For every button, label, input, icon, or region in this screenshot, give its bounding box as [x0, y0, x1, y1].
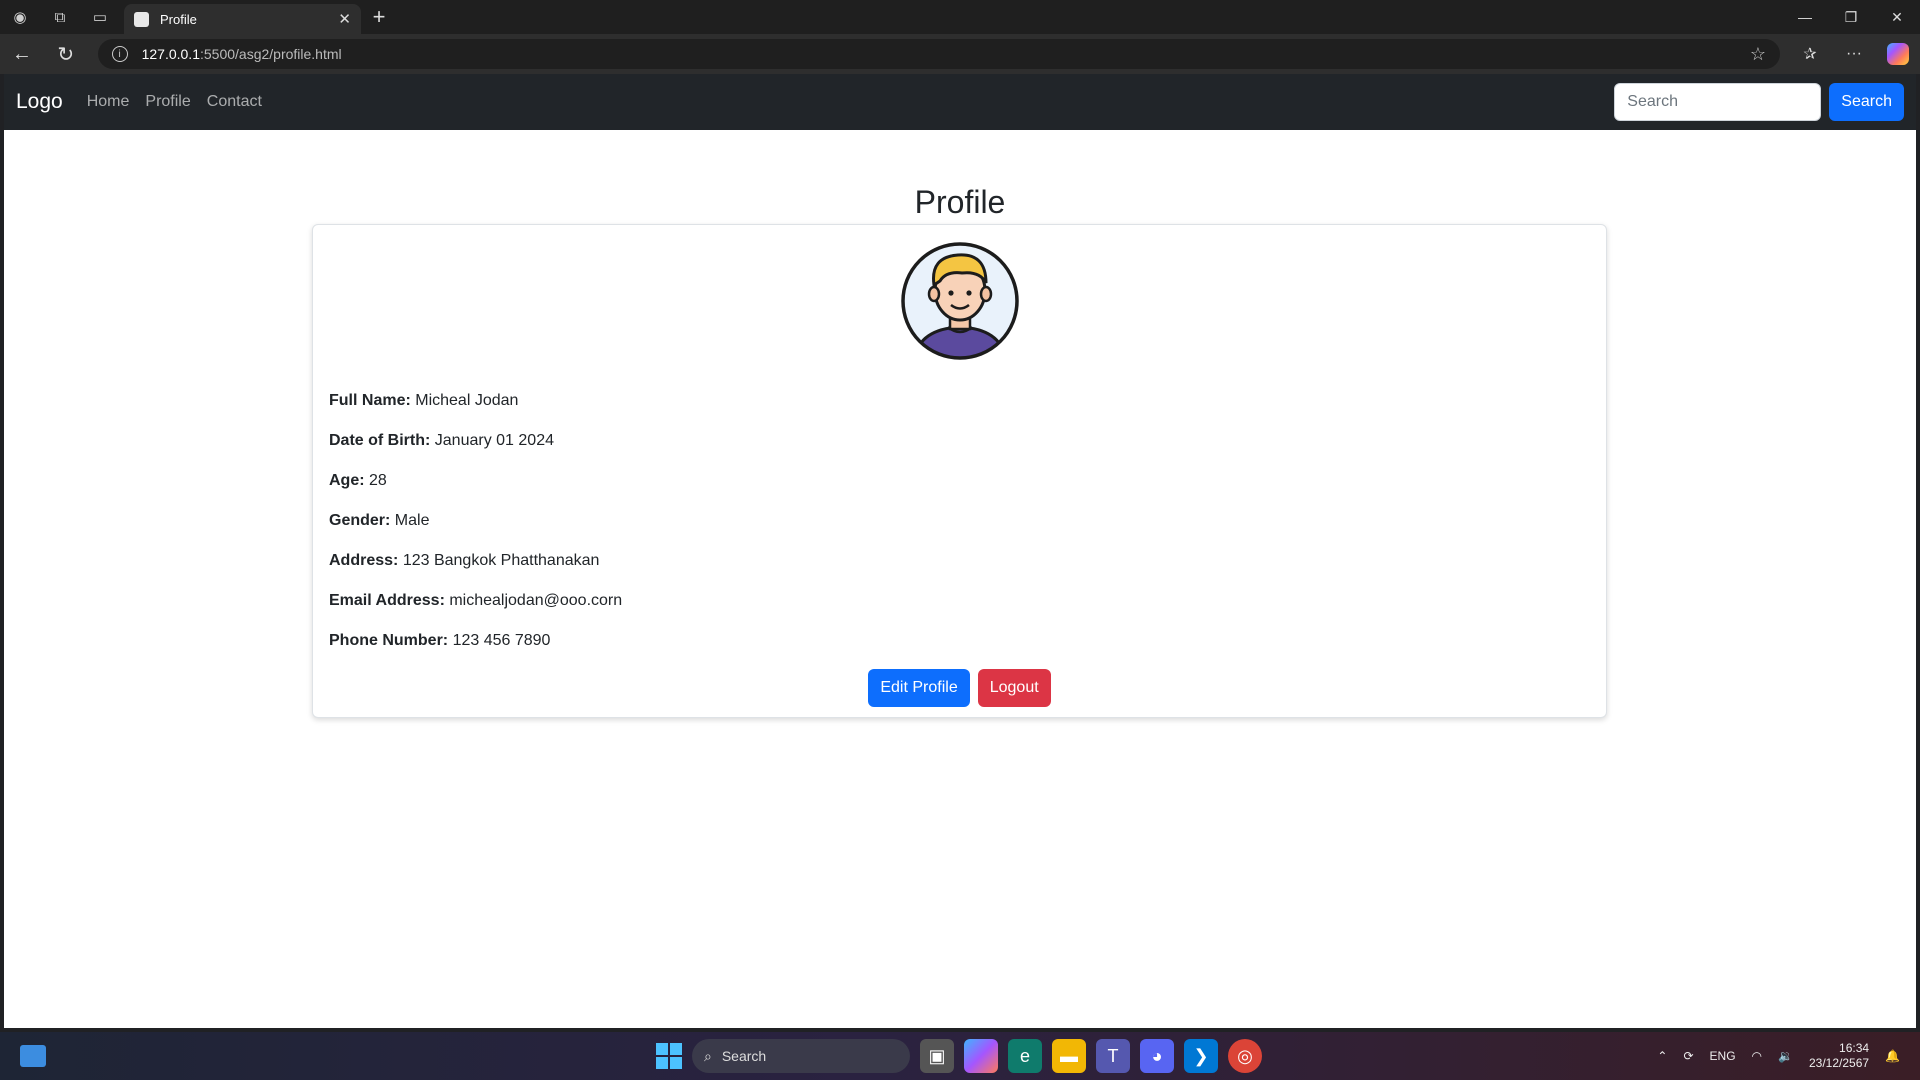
brand-logo[interactable]: Logo — [16, 90, 63, 114]
profile-avatar-icon[interactable]: ◉ — [0, 0, 40, 34]
file-explorer-icon[interactable]: ▬ — [1052, 1039, 1086, 1073]
restore-icon[interactable]: ❐ — [1828, 0, 1874, 34]
profile-actions: Edit Profile Logout — [329, 669, 1590, 707]
widgets-icon[interactable] — [20, 1045, 46, 1067]
tab-actions-icon[interactable]: ▭ — [80, 0, 120, 34]
search-icon: ⌕ — [704, 1047, 712, 1064]
browser-toolbar: ← ↻ i 127.0.0.1 :5500/asg2/profile.html … — [0, 34, 1920, 74]
search-button[interactable]: Search — [1829, 83, 1904, 121]
tab-title: Profile — [160, 11, 197, 27]
system-tray: ⌃ ⟳ ENG ◠ 🔉 16:34 23/12/2567 🔔 — [1657, 1041, 1900, 1071]
field-value: 28 — [369, 472, 387, 489]
clock[interactable]: 16:34 23/12/2567 — [1809, 1041, 1869, 1071]
profile-card: Full Name: Micheal Jodan Date of Birth: … — [312, 224, 1607, 718]
workspaces-icon[interactable]: ⧉ — [40, 0, 80, 34]
new-tab-icon[interactable]: + — [361, 0, 397, 34]
field-value: Male — [394, 512, 430, 529]
back-icon[interactable]: ← — [0, 34, 44, 74]
edit-profile-button[interactable]: Edit Profile — [868, 669, 970, 707]
copilot-icon — [1887, 43, 1909, 65]
favorites-icon[interactable]: ✰ — [1788, 34, 1832, 74]
url-host: 127.0.0.1 — [141, 46, 200, 62]
url-path: :5500/asg2/profile.html — [199, 46, 342, 62]
field-value: Micheal Jodan — [415, 392, 519, 409]
vscode-icon[interactable]: ❯ — [1184, 1039, 1218, 1073]
notification-bell-icon[interactable]: 🔔 — [1885, 1049, 1900, 1063]
address-bar[interactable]: i 127.0.0.1 :5500/asg2/profile.html ☆ — [97, 39, 1780, 69]
close-tab-icon[interactable]: ✕ — [338, 10, 351, 28]
navbar-search-form: Search — [1614, 83, 1904, 121]
field-value: michealjodan@ooo.corn — [449, 592, 623, 609]
nav-link-contact[interactable]: Contact — [207, 93, 262, 111]
top-navbar: Logo Home Profile Contact Search — [4, 74, 1916, 130]
chrome-icon[interactable]: ◎ — [1228, 1039, 1262, 1073]
clock-date: 23/12/2567 — [1808, 1056, 1870, 1070]
page-favicon-icon — [134, 11, 149, 27]
field-label: Date of Birth: — [329, 432, 431, 449]
taskbar-search[interactable]: ⌕ Search — [692, 1039, 910, 1073]
field-label: Full Name: — [329, 392, 411, 409]
site-info-icon[interactable]: i — [111, 46, 128, 62]
search-input[interactable] — [1614, 83, 1822, 121]
clock-time: 16:34 — [1839, 1041, 1870, 1055]
favorite-star-icon[interactable]: ☆ — [1750, 44, 1766, 65]
profile-fields: Full Name: Micheal Jodan Date of Birth: … — [329, 389, 1590, 653]
field-age: Age: 28 — [329, 469, 1590, 493]
teams-icon[interactable]: T — [1096, 1039, 1130, 1073]
window-controls: — ❐ ✕ — [1782, 0, 1920, 34]
field-label: Email Address: — [329, 592, 445, 609]
field-value: January 01 2024 — [434, 432, 554, 449]
field-address: Address: 123 Bangkok Phatthanakan — [329, 549, 1590, 573]
page-viewport: Logo Home Profile Contact Search Profile — [4, 74, 1916, 1028]
wifi-icon[interactable]: ◠ — [1752, 1049, 1762, 1063]
nav-link-home[interactable]: Home — [87, 93, 130, 111]
logout-button[interactable]: Logout — [977, 669, 1051, 707]
chevron-up-icon[interactable]: ⌃ — [1657, 1049, 1667, 1063]
page-title: Profile — [914, 184, 1006, 220]
windows-start-icon[interactable] — [656, 1043, 682, 1069]
more-menu-icon[interactable]: ··· — [1832, 34, 1876, 74]
volume-icon[interactable]: 🔉 — [1778, 1049, 1793, 1063]
field-label: Gender: — [329, 512, 391, 529]
edge-browser-icon[interactable]: e — [1008, 1039, 1042, 1073]
nav-link-profile[interactable]: Profile — [145, 93, 190, 111]
task-view-icon[interactable]: ▣ — [920, 1039, 954, 1073]
copilot-icon-wrap[interactable] — [1876, 34, 1920, 74]
copilot-app-icon[interactable] — [964, 1039, 998, 1073]
field-label: Phone Number: — [329, 632, 449, 649]
field-gender: Gender: Male — [329, 509, 1590, 533]
browser-tab-profile[interactable]: Profile ✕ — [124, 4, 361, 34]
browser-tab-strip: ◉ ⧉ ▭ Profile ✕ + — ❐ ✕ — [0, 0, 1920, 34]
field-value: 123 456 7890 — [452, 632, 551, 649]
field-value: 123 Bangkok Phatthanakan — [402, 552, 600, 569]
discord-icon[interactable]: ◕ — [1140, 1039, 1174, 1073]
minimize-icon[interactable]: — — [1782, 0, 1828, 34]
language-indicator[interactable]: ENG — [1710, 1049, 1736, 1063]
os-taskbar: ⌕ Search ▣ e ▬ T ◕ ❯ ◎ ⌃ ⟳ ENG ◠ 🔉 16:34… — [0, 1032, 1920, 1080]
field-email: Email Address: michealjodan@ooo.corn — [329, 589, 1590, 613]
field-label: Age: — [329, 472, 365, 489]
field-full-name: Full Name: Micheal Jodan — [329, 389, 1590, 413]
field-label: Address: — [329, 552, 399, 569]
field-date-of-birth: Date of Birth: January 01 2024 — [329, 429, 1590, 453]
avatar-icon — [900, 242, 1019, 360]
sync-icon[interactable]: ⟳ — [1683, 1049, 1693, 1063]
taskbar-search-label: Search — [721, 1048, 767, 1064]
field-phone: Phone Number: 123 456 7890 — [329, 629, 1590, 653]
reload-icon[interactable]: ↻ — [44, 34, 88, 74]
close-window-icon[interactable]: ✕ — [1874, 0, 1920, 34]
